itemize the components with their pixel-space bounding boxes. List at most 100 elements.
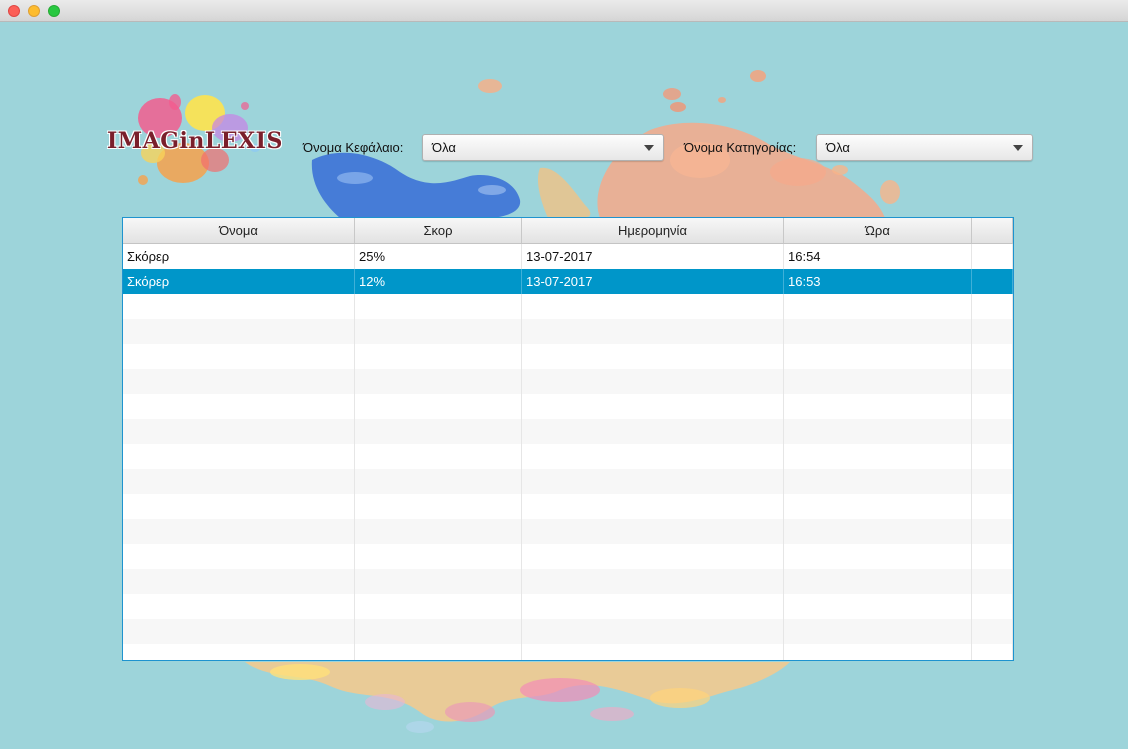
cell-date [522,444,784,469]
minimize-window-button[interactable] [28,5,40,17]
cell-filler [972,319,1013,344]
cell-score [355,394,522,419]
chevron-down-icon [644,145,654,151]
cell-score [355,319,522,344]
cell-filler [972,519,1013,544]
cell-time [784,344,972,369]
table-row [123,344,1013,369]
table-row [123,494,1013,519]
cell-date [522,544,784,569]
cell-time [784,419,972,444]
table-row [123,519,1013,544]
cell-time [784,469,972,494]
maximize-window-button[interactable] [48,5,60,17]
table-row [123,594,1013,619]
cell-date [522,644,784,660]
cell-filler [972,369,1013,394]
cell-score [355,569,522,594]
cell-score: 12% [355,269,522,294]
cell-score: 25% [355,244,522,269]
cell-filler [972,444,1013,469]
column-header-name[interactable]: Όνομα [123,218,355,243]
category-filter-label: Όνομα Κατηγορίας: [684,140,797,155]
cell-date [522,394,784,419]
cell-date [522,594,784,619]
cell-date [522,619,784,644]
cell-score [355,544,522,569]
table-row [123,369,1013,394]
category-select[interactable]: Όλα [816,134,1033,161]
cell-time [784,544,972,569]
cell-name [123,394,355,419]
cell-filler [972,244,1013,269]
chapter-select-value: Όλα [432,140,456,155]
cell-time [784,494,972,519]
cell-name [123,544,355,569]
app-logo: IMAGinLEXIS [105,88,283,198]
cell-time: 16:53 [784,269,972,294]
cell-name [123,419,355,444]
logo-text: IMAGinLEXIS [107,128,283,154]
cell-name [123,494,355,519]
table-row [123,569,1013,594]
category-select-value: Όλα [826,140,850,155]
table-header: Όνομα Σκορ Ημερομηνία Ώρα [123,218,1013,244]
column-header-date[interactable]: Ημερομηνία [522,218,784,243]
cell-filler [972,344,1013,369]
column-header-filler [972,218,1013,243]
cell-filler [972,619,1013,644]
close-window-button[interactable] [8,5,20,17]
chevron-down-icon [1013,145,1023,151]
cell-filler [972,294,1013,319]
cell-filler [972,419,1013,444]
table-row[interactable]: Σκόρερ 12% 13-07-2017 16:53 [123,269,1013,294]
cell-date: 13-07-2017 [522,244,784,269]
cell-filler [972,469,1013,494]
cell-score [355,369,522,394]
scores-table[interactable]: Όνομα Σκορ Ημερομηνία Ώρα Σκόρερ 25% 13-07… [122,217,1014,661]
column-header-time[interactable]: Ώρα [784,218,972,243]
cell-date [522,369,784,394]
cell-name [123,619,355,644]
cell-name: Σκόρερ [123,269,355,294]
table-row [123,294,1013,319]
cell-name [123,519,355,544]
cell-name: Σκόρερ [123,244,355,269]
cell-time: 16:54 [784,244,972,269]
cell-filler [972,269,1013,294]
column-header-score[interactable]: Σκορ [355,218,522,243]
cell-filler [972,594,1013,619]
table-row [123,319,1013,344]
cell-time [784,394,972,419]
cell-name [123,444,355,469]
cell-date [522,294,784,319]
cell-score [355,594,522,619]
cell-score [355,444,522,469]
cell-score [355,619,522,644]
cell-score [355,344,522,369]
table-row [123,644,1013,660]
chapter-select[interactable]: Όλα [422,134,664,161]
table-row [123,619,1013,644]
cell-name [123,369,355,394]
cell-date [522,494,784,519]
cell-time [784,519,972,544]
table-row [123,419,1013,444]
cell-name [123,644,355,660]
cell-filler [972,544,1013,569]
cell-score [355,419,522,444]
cell-time [784,319,972,344]
cell-filler [972,569,1013,594]
cell-filler [972,644,1013,660]
cell-filler [972,494,1013,519]
cell-name [123,294,355,319]
window-titlebar [0,0,1128,22]
table-row [123,544,1013,569]
chapter-filter-label: Όνομα Κεφάλαιο: [303,140,404,155]
table-row [123,469,1013,494]
cell-date [522,569,784,594]
cell-date [522,419,784,444]
table-row[interactable]: Σκόρερ 25% 13-07-2017 16:54 [123,244,1013,269]
cell-date: 13-07-2017 [522,269,784,294]
cell-score [355,294,522,319]
